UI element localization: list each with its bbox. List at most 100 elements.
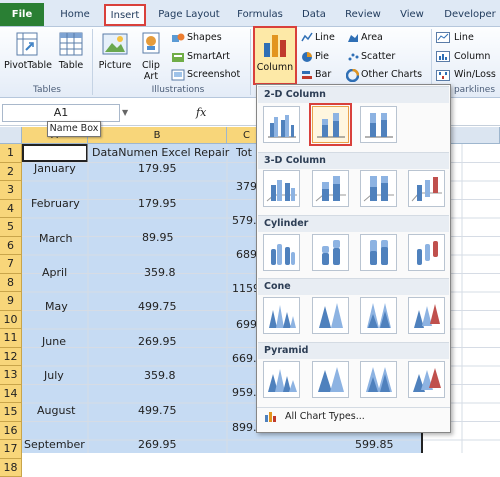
chart-type-stacked-pyramid[interactable] [312,361,349,398]
stacked-pyramid-icon [313,362,348,397]
name-box[interactable]: A1 [2,104,120,122]
chart-type-3d-cylinder[interactable] [408,234,445,271]
cell-a12[interactable]: June [42,333,66,351]
chart-type-stacked-cone[interactable] [312,297,349,334]
cell-a16[interactable]: August [37,402,76,420]
other-charts-button[interactable]: Other Charts [361,67,422,82]
chart-type-100-stacked-column[interactable] [360,106,397,143]
chart-type-stacked-column[interactable] [312,106,349,143]
tab-data[interactable]: Data [296,5,332,25]
row-header[interactable]: 7 [0,255,22,274]
chart-type-clustered-pyramid[interactable] [263,361,300,398]
tab-insert[interactable]: Insert [105,5,145,25]
row-header[interactable]: 8 [0,274,22,293]
chart-type-3d-pyramid[interactable] [408,361,445,398]
row-header[interactable]: 6 [0,237,22,256]
line-chart-button[interactable]: Line [315,30,335,45]
cell-b14[interactable]: 359.8 [144,367,176,385]
row-header[interactable]: 2 [0,163,22,182]
table-button[interactable]: Table [55,60,87,71]
picture-button[interactable]: Picture [97,60,133,71]
cell-a18[interactable]: September [24,436,85,454]
cell-c7[interactable]: 689 [236,246,257,264]
row-header[interactable]: 12 [0,348,22,367]
clip-art-button[interactable]: Clip [136,60,166,71]
chart-type-clustered-cone[interactable] [263,297,300,334]
row-header[interactable]: 13 [0,366,22,385]
cell-c5[interactable]: 579. [232,212,257,230]
shapes-button[interactable]: Shapes [187,30,222,45]
percent-stacked-pyramid-icon [361,362,396,397]
section-pyramid: Pyramid [258,342,449,359]
cell-c11[interactable]: 699 [236,316,257,334]
chart-type-3d-column[interactable] [408,170,445,207]
cell-c15[interactable]: 959. [232,384,257,402]
cell-a6[interactable]: March [39,230,73,248]
tab-formulas[interactable]: Formulas [232,5,288,25]
cell-b4[interactable]: 179.95 [138,195,177,213]
cell-a8[interactable]: April [42,264,67,282]
select-all-corner[interactable] [0,127,22,144]
cell-a2[interactable]: January [34,160,76,178]
sparkline-column-button[interactable]: Column [454,49,490,64]
section-2d-column: 2-D Column [258,86,449,103]
cell-b12[interactable]: 269.95 [138,333,177,351]
chart-type-3d-cone[interactable] [408,297,445,334]
all-chart-types-link[interactable]: All Chart Types... [285,409,365,424]
chart-type-100-stacked-cone[interactable] [360,297,397,334]
cell-b6[interactable]: 89.95 [142,229,174,247]
cell-b8[interactable]: 359.8 [144,264,176,282]
bar-chart-button[interactable]: Bar [315,67,331,82]
tab-developer[interactable]: Developer [440,5,500,25]
stacked-cylinder-icon [313,235,348,270]
chart-type-3d-clustered-column[interactable] [263,170,300,207]
column-header-b[interactable]: B [88,127,227,144]
tab-file[interactable]: File [0,3,44,26]
sparkline-winloss-button[interactable]: Win/Loss [454,67,496,82]
row-header[interactable]: 5 [0,218,22,237]
pivottable-button[interactable]: PivotTable [3,60,53,71]
cell-a4[interactable]: February [31,195,80,213]
chart-type-100-stacked-pyramid[interactable] [360,361,397,398]
tab-view[interactable]: View [394,5,430,25]
screenshot-button[interactable]: Screenshot [187,67,240,82]
tab-home[interactable]: Home [52,5,98,25]
row-header[interactable]: 9 [0,292,22,311]
cell-d18[interactable]: 599.85 [355,436,394,454]
chart-type-100-stacked-cylinder[interactable] [360,234,397,271]
row-header[interactable]: 18 [0,459,22,477]
smartart-button[interactable]: SmartArt [187,49,230,64]
row-header[interactable]: 16 [0,422,22,441]
row-header[interactable]: 14 [0,385,22,404]
row-header[interactable]: 1 [0,144,22,163]
pie-chart-button[interactable]: Pie [315,49,329,64]
chart-type-3d-stacked-column[interactable] [312,170,349,207]
chart-type-stacked-cylinder[interactable] [312,234,349,271]
cell-b10[interactable]: 499.75 [138,298,177,316]
row-header[interactable]: 15 [0,403,22,422]
cell-c1[interactable]: Tot [236,144,252,162]
row-header[interactable]: 17 [0,440,22,459]
row-header[interactable]: 3 [0,181,22,200]
area-chart-button[interactable]: Area [361,30,383,45]
chart-type-3d-100-stacked-column[interactable] [360,170,397,207]
row-header[interactable]: 10 [0,311,22,330]
cell-b18[interactable]: 269.95 [138,436,177,454]
row-header[interactable]: 4 [0,200,22,219]
chart-type-clustered-cylinder[interactable] [263,234,300,271]
tab-page-layout[interactable]: Page Layout [154,5,224,25]
cell-c13[interactable]: 669. [232,350,257,368]
cell-a10[interactable]: May [45,298,68,316]
scatter-chart-button[interactable]: Scatter [361,49,395,64]
3d-stacked-column-icon [313,171,348,206]
tab-review[interactable]: Review [340,5,386,25]
chart-type-clustered-column[interactable] [263,106,300,143]
cell-c3[interactable]: 379 [236,178,257,196]
sparkline-line-button[interactable]: Line [454,30,474,45]
row-header[interactable]: 11 [0,329,22,348]
insert-function-button[interactable]: fx [196,104,212,122]
name-box-dropdown-icon[interactable]: ▼ [122,104,132,122]
cell-b2[interactable]: 179.95 [138,160,177,178]
cell-a14[interactable]: July [44,367,64,385]
cell-b16[interactable]: 499.75 [138,402,177,420]
